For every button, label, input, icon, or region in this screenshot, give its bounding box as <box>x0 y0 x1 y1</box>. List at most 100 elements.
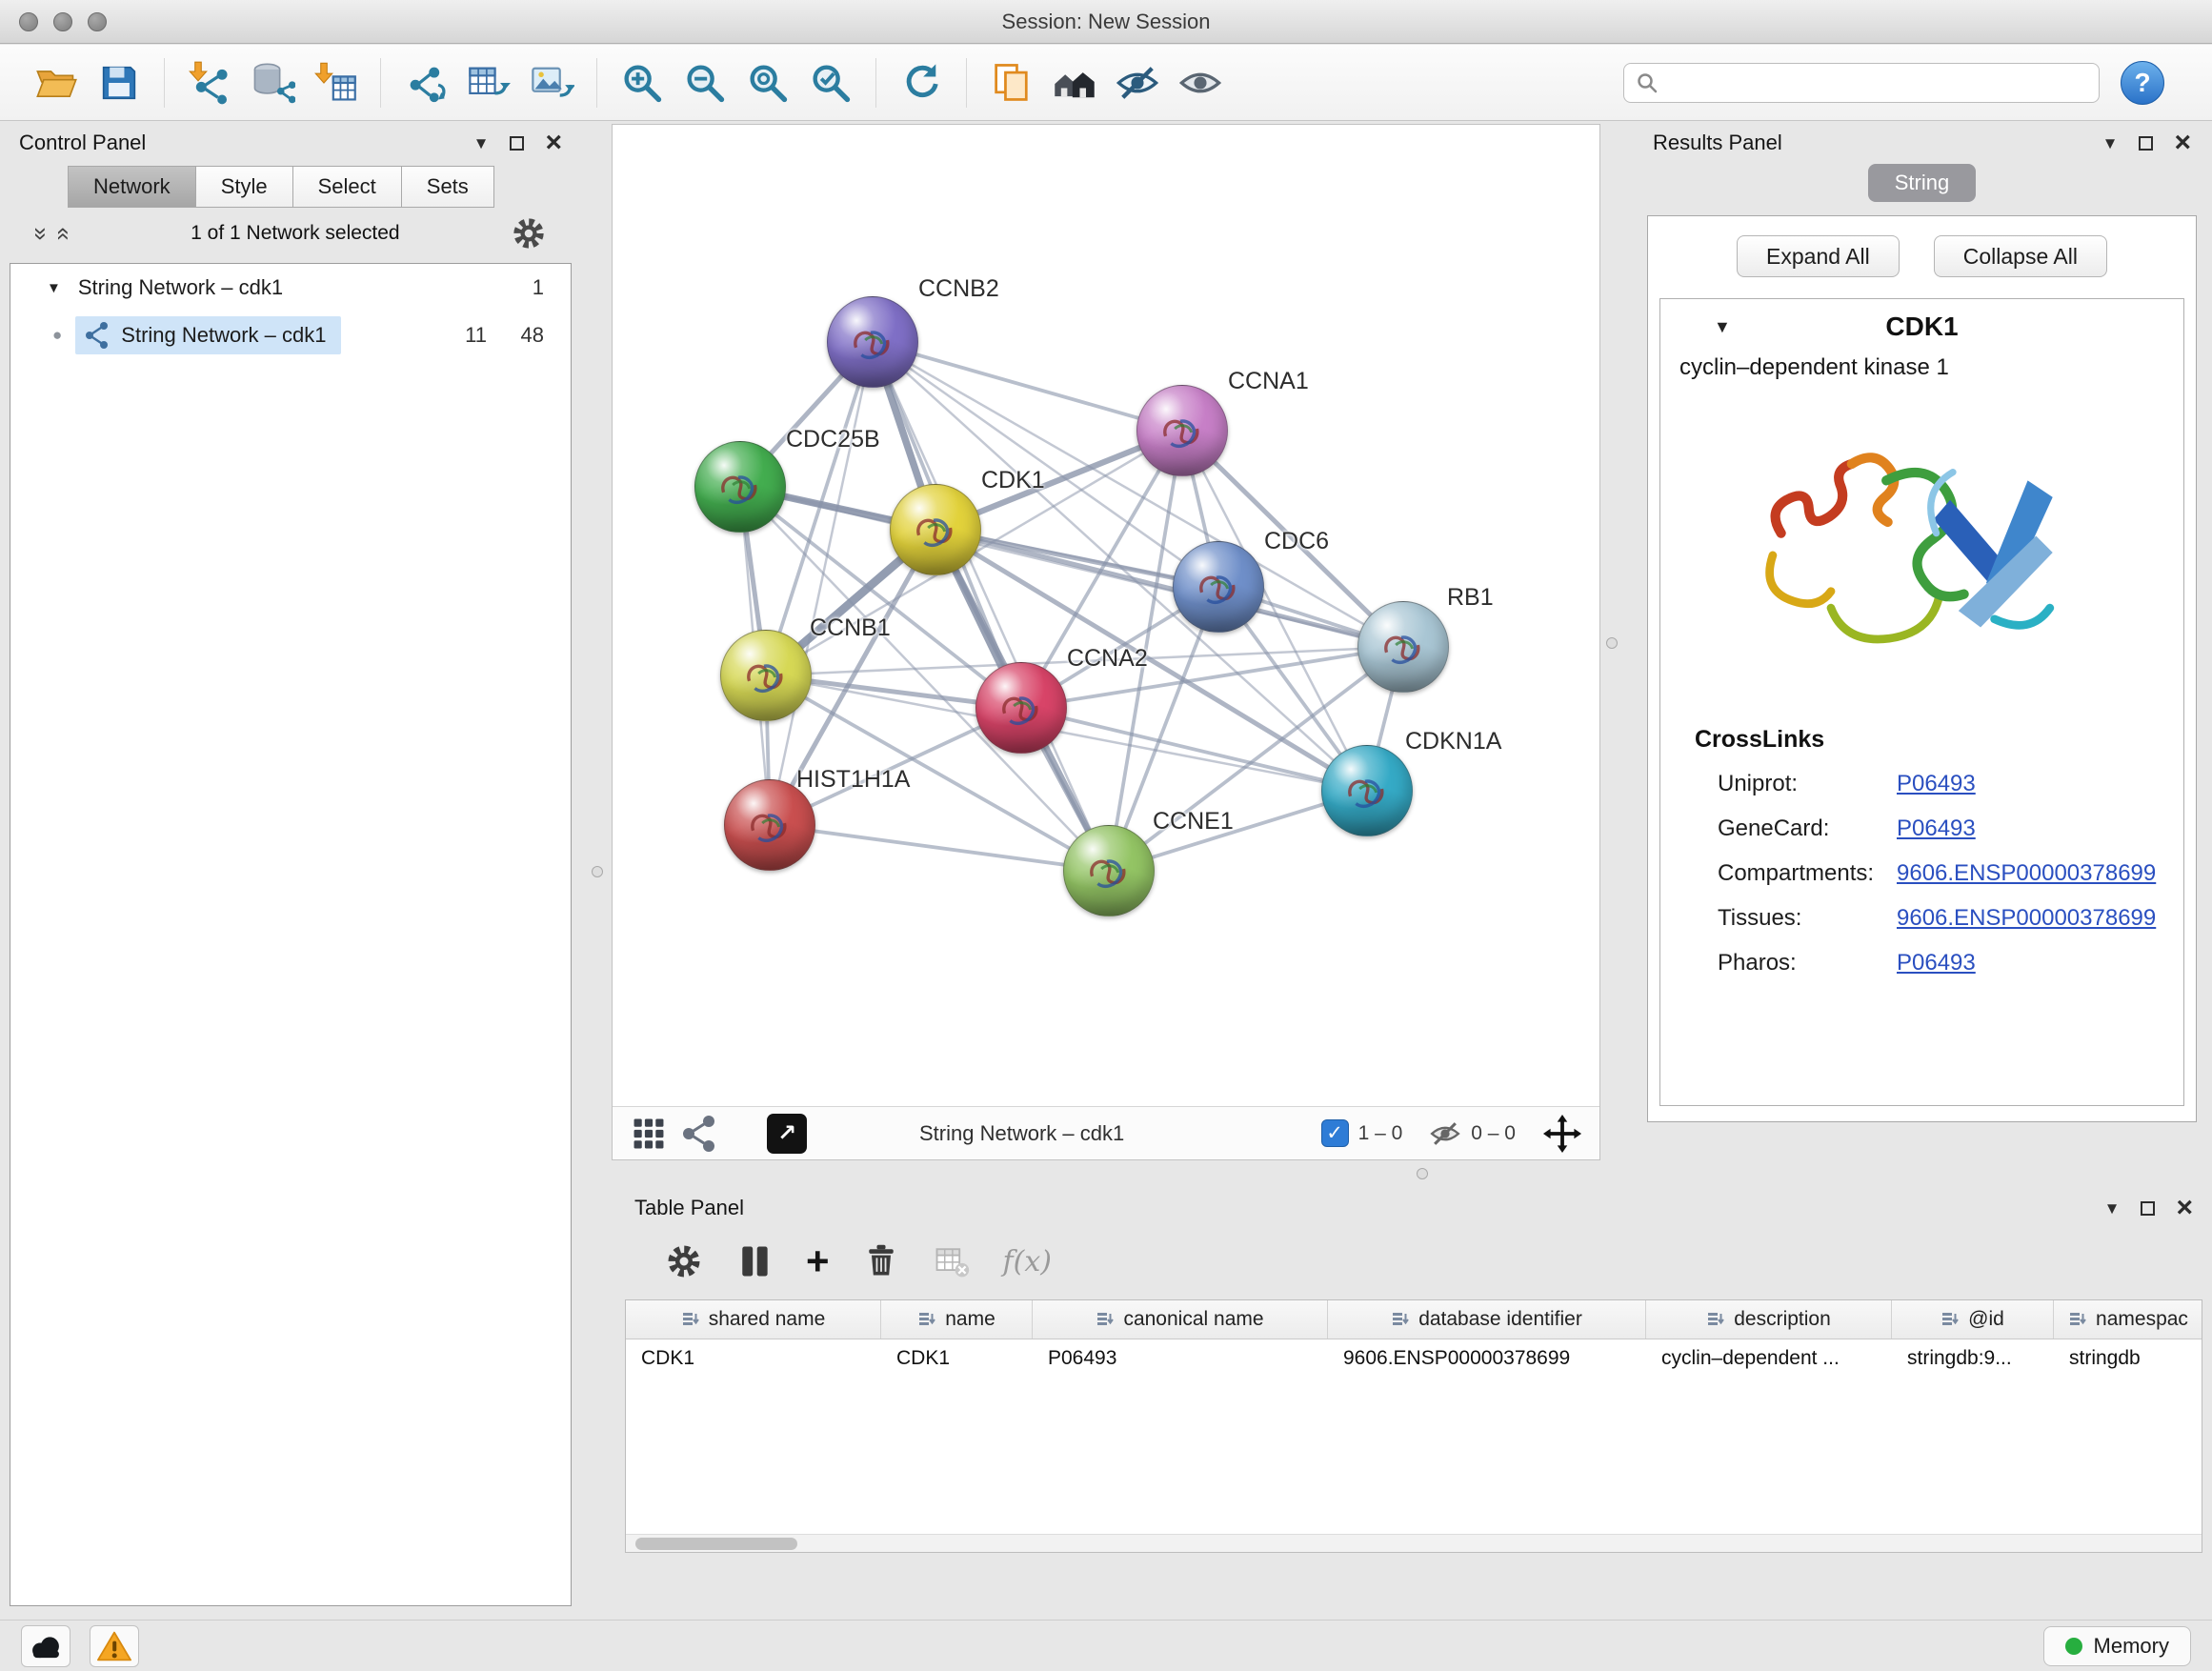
float-panel-button[interactable]: ▼ <box>473 135 490 151</box>
crosslink-value-link[interactable]: P06493 <box>1897 771 2183 797</box>
minimize-window-button[interactable] <box>53 12 72 31</box>
export-network-button[interactable] <box>399 56 452 110</box>
protein-squiggle-icon <box>736 646 795 705</box>
crosslink-value-link[interactable]: P06493 <box>1897 815 2183 842</box>
cloud-icon <box>27 1630 65 1662</box>
float-panel-button[interactable]: ▼ <box>2104 1200 2121 1217</box>
save-session-button[interactable] <box>92 56 146 110</box>
protein-squiggle-icon <box>906 500 965 559</box>
hide-selected-button[interactable] <box>1111 56 1164 110</box>
table-cell: CDK1 <box>881 1347 1033 1370</box>
maximize-panel-button[interactable] <box>2139 136 2153 151</box>
collapse-entry-icon[interactable]: ▼ <box>1714 317 1731 337</box>
close-panel-button[interactable]: × <box>2176 1194 2193 1222</box>
column-header-shared-name[interactable]: shared name <box>626 1300 881 1339</box>
vertical-splitter-handle[interactable] <box>592 866 603 877</box>
close-window-button[interactable] <box>19 12 38 31</box>
birdseye-view-toggle[interactable]: ↗ <box>767 1114 807 1154</box>
cloud-sync-button[interactable] <box>21 1625 70 1667</box>
export-table-button[interactable] <box>462 56 515 110</box>
table-row[interactable]: CDK1CDK1P064939606.ENSP00000378699cyclin… <box>626 1339 2202 1378</box>
copy-document-button[interactable] <box>985 56 1038 110</box>
tab-string[interactable]: String <box>1868 164 1976 202</box>
tab-select[interactable]: Select <box>292 166 402 208</box>
show-all-button[interactable] <box>1174 56 1227 110</box>
zoom-out-button[interactable] <box>678 56 732 110</box>
table-mode-gear-button[interactable] <box>665 1242 703 1280</box>
export-image-button[interactable] <box>525 56 578 110</box>
network-node-CCNA2[interactable] <box>975 662 1067 754</box>
vertical-splitter-handle[interactable] <box>1606 637 1618 649</box>
network-node-RB1[interactable] <box>1357 601 1449 693</box>
network-node-CDC25B[interactable] <box>694 441 786 533</box>
network-node-CDC6[interactable] <box>1173 541 1264 633</box>
show-columns-button[interactable] <box>735 1242 774 1280</box>
crosslink-value-link[interactable]: 9606.ENSP00000378699 <box>1897 905 2183 932</box>
zoom-fit-button[interactable] <box>741 56 794 110</box>
column-header-name[interactable]: name <box>881 1300 1033 1339</box>
network-row-selected[interactable]: ● String Network – cdk1 11 48 <box>10 312 571 359</box>
tab-style[interactable]: Style <box>195 166 293 208</box>
network-node-CDKN1A[interactable] <box>1321 745 1413 836</box>
status-bar: Memory <box>0 1620 2212 1671</box>
maximize-panel-button[interactable] <box>2141 1201 2155 1216</box>
delete-column-trash-button[interactable] <box>862 1242 900 1280</box>
column-header-database-identifier[interactable]: database identifier <box>1328 1300 1646 1339</box>
memory-status-dot <box>2065 1638 2082 1655</box>
network-edge-CDK1-RB1[interactable] <box>935 530 1403 647</box>
network-collection-row[interactable]: ▼ String Network – cdk1 1 <box>10 264 571 312</box>
maximize-panel-button[interactable] <box>510 136 524 151</box>
apply-layout-button[interactable] <box>895 56 948 110</box>
network-edge-CCNB2-CCNA1[interactable] <box>873 342 1182 431</box>
network-node-CCNA1[interactable] <box>1136 385 1228 476</box>
crosslink-value-link[interactable]: 9606.ENSP00000378699 <box>1897 860 2183 887</box>
tab-network[interactable]: Network <box>68 166 196 208</box>
zoom-window-button[interactable] <box>88 12 107 31</box>
column-header-canonical-name[interactable]: canonical name <box>1033 1300 1328 1339</box>
column-header-description[interactable]: description <box>1646 1300 1892 1339</box>
scrollbar-thumb[interactable] <box>635 1538 797 1550</box>
network-options-gear-icon[interactable] <box>511 215 547 252</box>
network-share-icon[interactable] <box>681 1115 717 1153</box>
close-panel-button[interactable]: × <box>545 129 562 157</box>
refresh-icon <box>898 60 944 106</box>
network-edge-CCNB2-HIST1H1A[interactable] <box>770 342 873 825</box>
column-header-namespac[interactable]: namespac <box>2054 1300 2202 1339</box>
expand-all-button[interactable]: Expand All <box>1737 235 1900 277</box>
pan-move-icon[interactable] <box>1542 1114 1582 1154</box>
close-panel-button[interactable]: × <box>2174 129 2191 157</box>
tree-expand-icon[interactable]: ▼ <box>47 280 61 296</box>
crosslink-value-link[interactable]: P06493 <box>1897 950 2183 976</box>
column-sort-icon <box>1096 1310 1115 1329</box>
collapse-all-button[interactable]: Collapse All <box>1934 235 2107 277</box>
horizontal-splitter-handle[interactable] <box>1417 1168 1428 1179</box>
network-node-CCNE1[interactable] <box>1063 825 1155 916</box>
float-panel-button[interactable]: ▼ <box>2102 135 2119 151</box>
import-table-button[interactable] <box>309 56 362 110</box>
network-edge-HIST1H1A-CCNE1[interactable] <box>770 825 1109 871</box>
search-input[interactable] <box>1668 70 2087 96</box>
expand-all-icon[interactable]: « <box>50 227 77 240</box>
network-node-CDK1[interactable] <box>890 484 981 575</box>
table-horizontal-scrollbar[interactable] <box>626 1534 2202 1552</box>
network-node-CCNB1[interactable] <box>720 630 812 721</box>
zoom-in-button[interactable] <box>615 56 669 110</box>
memory-button[interactable]: Memory <box>2043 1626 2191 1666</box>
zoom-selected-button[interactable] <box>804 56 857 110</box>
checkbox-checked-icon[interactable]: ✓ <box>1321 1119 1349 1147</box>
help-button[interactable]: ? <box>2121 61 2164 105</box>
warnings-button[interactable] <box>90 1625 139 1667</box>
protein-squiggle-icon <box>740 795 799 855</box>
protein-squiggle-icon <box>843 312 902 372</box>
import-network-file-button[interactable] <box>183 56 236 110</box>
import-network-database-button[interactable] <box>246 56 299 110</box>
column-sort-icon <box>1706 1310 1725 1329</box>
network-canvas[interactable]: CCNB2CCNA1CDC25BCDK1CDC6RB1CCNB1CCNA2CDK… <box>613 125 1599 1106</box>
column-header-id[interactable]: @id <box>1892 1300 2054 1339</box>
grid-view-icon[interactable] <box>630 1115 668 1153</box>
network-node-CCNB2[interactable] <box>827 296 918 388</box>
create-column-button[interactable]: + <box>806 1241 830 1281</box>
home-button[interactable] <box>1048 56 1101 110</box>
open-session-button[interactable] <box>30 56 83 110</box>
tab-sets[interactable]: Sets <box>401 166 494 208</box>
